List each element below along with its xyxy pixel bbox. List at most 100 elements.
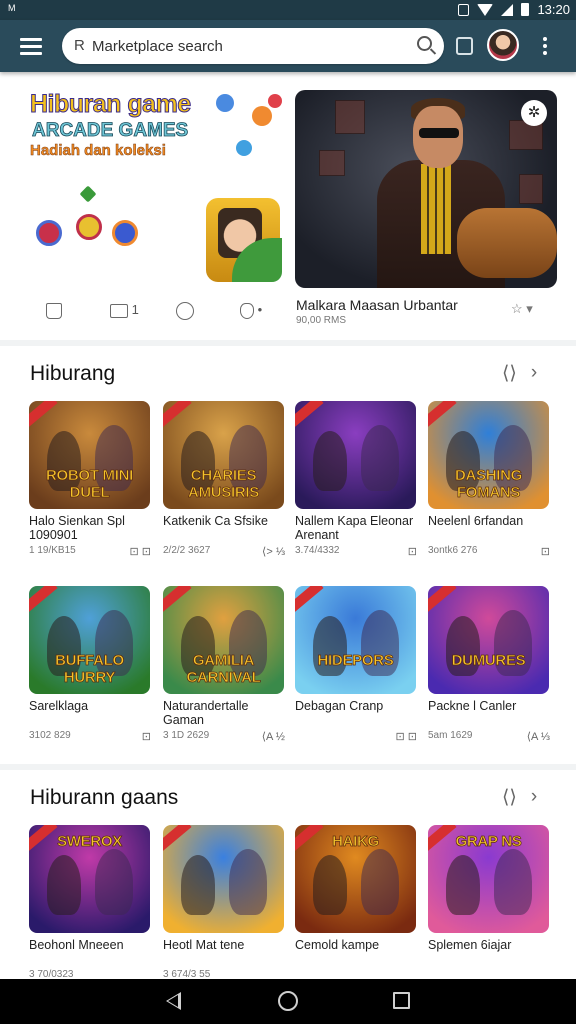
game-thumbnail[interactable]: CHARIES AMUSIRIS bbox=[163, 401, 284, 509]
game-size: 1 19/KB15 bbox=[29, 545, 76, 556]
game-badge-icon[interactable]: ⊡ bbox=[142, 730, 151, 743]
search-bar[interactable]: R bbox=[62, 28, 444, 64]
menu-icon[interactable] bbox=[20, 38, 42, 55]
game-thumbnail[interactable]: BUFFALO HURRY bbox=[29, 586, 150, 694]
game-meta: 3ontk6 276 ⊡ bbox=[428, 545, 550, 558]
game-badge-icon[interactable]: ⊡ bbox=[541, 545, 550, 558]
more-actions-button[interactable]: • bbox=[240, 302, 262, 319]
expand-icon[interactable]: ⟨⟩ bbox=[502, 362, 517, 385]
wifi-icon bbox=[477, 3, 494, 16]
game-thumbnail[interactable] bbox=[163, 825, 284, 933]
game-logo-text: SWEROX bbox=[57, 833, 123, 851]
game-badge-icon[interactable]: ⟨A ⅓ bbox=[527, 730, 550, 743]
game-card[interactable]: SWEROX Beohonl Mneeen 3 70/0323 bbox=[29, 825, 151, 980]
recents-icon[interactable] bbox=[393, 992, 410, 1009]
game-card[interactable]: BUFFALO HURRY Sarelklaga 3102 829 ⊡ bbox=[29, 586, 151, 743]
back-icon[interactable] bbox=[166, 992, 181, 1010]
featured-game-image[interactable]: ✲ bbox=[295, 90, 557, 288]
game-badge-icon[interactable]: ⟨A ½ bbox=[262, 730, 285, 743]
hero-promo[interactable]: Hiburan game ARCADE GAMES Hadiah dan kol… bbox=[30, 88, 284, 288]
game-card[interactable]: Nallem Kapa Eleonar Arenant 3.74/4332 ⊡ bbox=[295, 401, 417, 558]
game-size: 3 1D 2629 bbox=[163, 730, 210, 741]
game-chip-icon bbox=[36, 220, 62, 246]
system-nav-bar bbox=[0, 979, 576, 1024]
status-icons: 13:20 bbox=[458, 2, 570, 17]
game-badge-icon[interactable]: ⊡ ⊡ bbox=[396, 730, 418, 743]
game-card[interactable]: GRAP NS Splemen 6iajar bbox=[428, 825, 550, 969]
game-name[interactable]: Heotl Mat tene bbox=[163, 938, 285, 966]
more-options-icon[interactable] bbox=[543, 37, 549, 55]
game-card[interactable]: DASHING FOMANS Neelenl 6rfandan 3ontk6 276… bbox=[428, 401, 550, 558]
game-name[interactable]: Naturandertalle Gaman bbox=[163, 699, 285, 727]
game-thumbnail[interactable] bbox=[295, 401, 416, 509]
featured-game-title[interactable]: Malkara Maasan Urbantar bbox=[296, 297, 458, 313]
game-name[interactable]: Beohonl Mneeen bbox=[29, 938, 151, 966]
balloon-icon bbox=[268, 94, 282, 108]
rating-dropdown[interactable]: ☆ ▾ bbox=[511, 301, 533, 317]
star-icon bbox=[79, 185, 97, 203]
section-navigation[interactable]: ⟨⟩ › bbox=[502, 786, 537, 809]
search-icon[interactable] bbox=[417, 36, 432, 51]
tabs-icon[interactable] bbox=[456, 37, 473, 55]
game-thumbnail[interactable]: GRAP NS bbox=[428, 825, 549, 933]
section-divider bbox=[0, 340, 576, 346]
game-thumbnail[interactable]: HIDEPORS bbox=[295, 586, 416, 694]
game-card[interactable]: CHARIES AMUSIRIS Katkenik Ca Sfsike 2/2/2 … bbox=[163, 401, 285, 558]
hero-action-bar: 1 • bbox=[36, 302, 286, 328]
game-card[interactable]: DUMURES Packne l Canler 5am 1629 ⟨A ⅓ bbox=[428, 586, 550, 743]
game-thumbnail[interactable]: DASHING FOMANS bbox=[428, 401, 549, 509]
game-badge-icon[interactable]: ⊡ ⊡ bbox=[130, 545, 152, 558]
game-meta: 3102 829 ⊡ bbox=[29, 730, 151, 743]
chevron-right-icon[interactable]: › bbox=[531, 786, 537, 809]
game-name[interactable]: Packne l Canler bbox=[428, 699, 550, 727]
hero-character bbox=[206, 198, 282, 282]
share-icon[interactable] bbox=[176, 302, 194, 320]
game-size: 3ontk6 276 bbox=[428, 545, 478, 556]
battery-icon bbox=[521, 3, 530, 16]
home-icon[interactable] bbox=[278, 991, 298, 1011]
app-bar: R bbox=[0, 20, 576, 72]
game-thumbnail[interactable]: HAIKG bbox=[295, 825, 416, 933]
game-name[interactable]: Sarelklaga bbox=[29, 699, 151, 727]
promo-title: Hiburan game bbox=[30, 90, 192, 119]
game-card[interactable]: Heotl Mat tene 3 674/3 55 bbox=[163, 825, 285, 980]
balloon-icon bbox=[252, 106, 272, 126]
game-badge-icon[interactable]: ⟨> ⅓ bbox=[262, 545, 285, 558]
game-name[interactable]: Neelenl 6rfandan bbox=[428, 514, 550, 542]
notification-indicator: M bbox=[8, 3, 16, 13]
game-card[interactable]: GAMILIA CARNIVAL Naturandertalle Gaman 3 1… bbox=[163, 586, 285, 743]
like-icon[interactable] bbox=[46, 302, 62, 319]
game-card[interactable]: HIDEPORS Debagan Cranp ⊡ ⊡ bbox=[295, 586, 417, 743]
featured-badge-icon[interactable]: ✲ bbox=[521, 100, 547, 126]
game-logo-text: GAMILIA CARNIVAL bbox=[186, 652, 261, 687]
game-name[interactable]: Nallem Kapa Eleonar Arenant bbox=[295, 514, 417, 542]
game-name[interactable]: Katkenik Ca Sfsike bbox=[163, 514, 285, 542]
game-logo-text: CHARIES AMUSIRIS bbox=[188, 467, 260, 502]
signal-icon bbox=[501, 3, 514, 16]
avatar[interactable] bbox=[487, 29, 519, 61]
vibrate-icon bbox=[458, 3, 470, 16]
balloon-icon bbox=[216, 94, 234, 112]
section-navigation[interactable]: ⟨⟩ › bbox=[502, 362, 537, 385]
comment-count: 1 bbox=[131, 302, 139, 317]
chevron-right-icon[interactable]: › bbox=[531, 362, 537, 385]
section-title: Hiburann gaans bbox=[30, 786, 179, 809]
game-meta: 2/2/2 3627 ⟨> ⅓ bbox=[163, 545, 285, 558]
game-card[interactable]: ROBOT MINI DUEL Halo Sienkan Spl 1090901 1… bbox=[29, 401, 151, 558]
promo-tagline: Hadiah dan koleksi bbox=[30, 142, 166, 160]
game-thumbnail[interactable]: SWEROX bbox=[29, 825, 150, 933]
game-badge-icon[interactable]: ⊡ bbox=[408, 545, 417, 558]
search-input[interactable] bbox=[92, 34, 392, 58]
game-thumbnail[interactable]: GAMILIA CARNIVAL bbox=[163, 586, 284, 694]
search-engine-icon: R bbox=[74, 37, 85, 54]
promo-subtitle: ARCADE GAMES bbox=[32, 120, 189, 142]
game-name[interactable]: Cemold kampe bbox=[295, 938, 417, 966]
expand-icon[interactable]: ⟨⟩ bbox=[502, 786, 517, 809]
game-name[interactable]: Halo Sienkan Spl 1090901 bbox=[29, 514, 151, 542]
game-thumbnail[interactable]: ROBOT MINI DUEL bbox=[29, 401, 150, 509]
game-card[interactable]: HAIKG Cemold kampe bbox=[295, 825, 417, 969]
game-thumbnail[interactable]: DUMURES bbox=[428, 586, 549, 694]
game-name[interactable]: Debagan Cranp bbox=[295, 699, 417, 727]
comment-button[interactable]: 1 bbox=[110, 302, 139, 318]
game-name[interactable]: Splemen 6iajar bbox=[428, 938, 550, 966]
